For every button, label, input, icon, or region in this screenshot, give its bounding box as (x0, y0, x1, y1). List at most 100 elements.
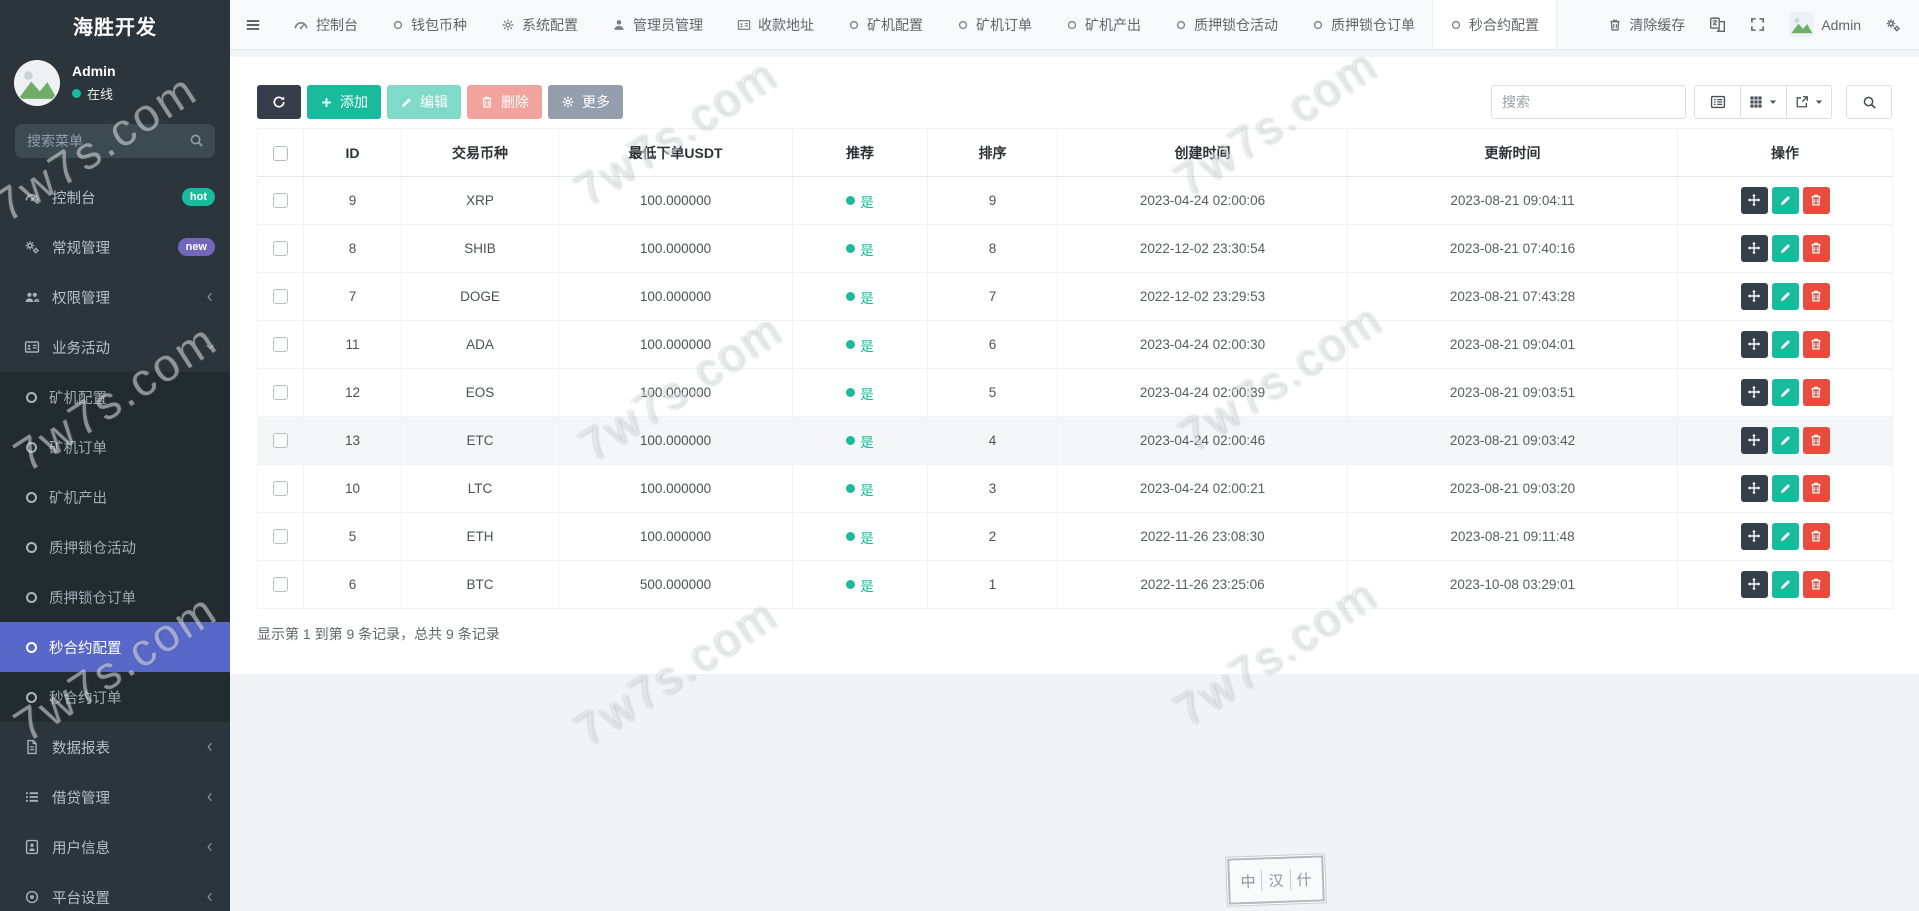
tab-系统配置[interactable]: 系统配置 (484, 0, 595, 49)
row-edit-button[interactable] (1772, 475, 1799, 502)
table-row-ETC[interactable]: 13ETC100.000000是42023-04-24 02:00:462023… (258, 417, 1893, 465)
sidebar-subitem-质押锁仓活动[interactable]: 质押锁仓活动 (0, 522, 230, 572)
sidebar-item-常规管理[interactable]: 常规管理new (0, 222, 230, 272)
more-button[interactable]: 更多 (548, 85, 623, 119)
detail-view-button[interactable] (1694, 85, 1740, 119)
tab-矿机订单[interactable]: 矿机订单 (940, 0, 1049, 49)
drag-sort-button[interactable] (1741, 571, 1768, 598)
sidebar-item-平台设置[interactable]: 平台设置 (0, 872, 230, 911)
row-edit-button[interactable] (1772, 427, 1799, 454)
select-all-checkbox[interactable] (273, 146, 288, 161)
drag-sort-button[interactable] (1741, 187, 1768, 214)
table-row-SHIB[interactable]: 8SHIB100.000000是82022-12-02 23:30:542023… (258, 225, 1893, 273)
fullscreen-icon[interactable] (1750, 17, 1765, 32)
sidebar-subitem-秒合约配置[interactable]: 秒合约配置 (0, 622, 230, 672)
photo-icon (1789, 12, 1814, 37)
sidebar-subitem-矿机产出[interactable]: 矿机产出 (0, 472, 230, 522)
table-row-LTC[interactable]: 10LTC100.000000是32023-04-24 02:00:212023… (258, 465, 1893, 513)
tab-收款地址[interactable]: 收款地址 (720, 0, 831, 49)
table-row-EOS[interactable]: 12EOS100.000000是52023-04-24 02:00:392023… (258, 369, 1893, 417)
recommend-badge: 是 (846, 431, 874, 451)
pencil-icon (1779, 482, 1792, 495)
row-checkbox[interactable] (273, 481, 288, 496)
refresh-button[interactable] (257, 85, 301, 119)
add-button[interactable]: 添加 (307, 85, 381, 119)
row-edit-button[interactable] (1772, 571, 1799, 598)
row-edit-button[interactable] (1772, 187, 1799, 214)
tab-秒合约配置[interactable]: 秒合约配置 (1432, 0, 1557, 49)
tab-控制台[interactable]: 控制台 (276, 0, 375, 49)
sidebar-item-业务活动[interactable]: 业务活动 (0, 322, 230, 372)
user-menu[interactable]: Admin (1789, 12, 1861, 37)
sidebar-subitem-质押锁仓订单[interactable]: 质押锁仓订单 (0, 572, 230, 622)
sidebar-subitem-秒合约订单[interactable]: 秒合约订单 (0, 672, 230, 722)
sidebar-item-权限管理[interactable]: 权限管理 (0, 272, 230, 322)
circle-icon (392, 19, 404, 31)
sidebar-item-数据报表[interactable]: 数据报表 (0, 722, 230, 772)
tab-质押锁仓订单[interactable]: 质押锁仓订单 (1295, 0, 1432, 49)
row-delete-button[interactable] (1803, 571, 1830, 598)
row-checkbox[interactable] (273, 337, 288, 352)
drag-sort-button[interactable] (1741, 427, 1768, 454)
sidebar-item-借贷管理[interactable]: 借贷管理 (0, 772, 230, 822)
drag-sort-button[interactable] (1741, 379, 1768, 406)
row-delete-button[interactable] (1803, 235, 1830, 262)
clear-cache-button[interactable]: 清除缓存 (1608, 15, 1685, 35)
grid-icon (1749, 95, 1763, 109)
table-row-ETH[interactable]: 5ETH100.000000是22022-11-26 23:08:302023-… (258, 513, 1893, 561)
drag-sort-button[interactable] (1741, 523, 1768, 550)
search-submit-button[interactable] (1846, 85, 1892, 119)
edit-button[interactable]: 编辑 (387, 85, 461, 119)
tab-钱包币种[interactable]: 钱包币种 (375, 0, 484, 49)
row-checkbox[interactable] (273, 433, 288, 448)
row-edit-button[interactable] (1772, 523, 1799, 550)
tab-管理员管理[interactable]: 管理员管理 (595, 0, 720, 49)
sidebar-subitem-矿机配置[interactable]: 矿机配置 (0, 372, 230, 422)
row-edit-button[interactable] (1772, 331, 1799, 358)
sidebar-subitem-矿机订单[interactable]: 矿机订单 (0, 422, 230, 472)
drag-sort-button[interactable] (1741, 475, 1768, 502)
green-dot-icon (846, 340, 855, 349)
language-icon[interactable] (1709, 16, 1726, 33)
settings-gears-icon[interactable] (1885, 17, 1901, 33)
row-checkbox[interactable] (273, 577, 288, 592)
row-delete-button[interactable] (1803, 379, 1830, 406)
table-row-BTC[interactable]: 6BTC500.000000是12022-11-26 23:25:062023-… (258, 561, 1893, 609)
row-delete-button[interactable] (1803, 283, 1830, 310)
sidebar-item-控制台[interactable]: 控制台hot (0, 172, 230, 222)
row-delete-button[interactable] (1803, 523, 1830, 550)
tab-质押锁仓活动[interactable]: 质押锁仓活动 (1158, 0, 1295, 49)
columns-button[interactable] (1740, 85, 1786, 119)
cell-updated: 2023-08-21 07:43:28 (1348, 273, 1678, 321)
row-checkbox[interactable] (273, 529, 288, 544)
row-delete-button[interactable] (1803, 475, 1830, 502)
sidebar-search-input[interactable] (15, 124, 215, 158)
table-search-input[interactable] (1491, 85, 1686, 119)
table-row-DOGE[interactable]: 7DOGE100.000000是72022-12-02 23:29:532023… (258, 273, 1893, 321)
row-edit-button[interactable] (1772, 235, 1799, 262)
row-checkbox[interactable] (273, 289, 288, 304)
row-checkbox[interactable] (273, 241, 288, 256)
tab-矿机产出[interactable]: 矿机产出 (1049, 0, 1158, 49)
table-row-XRP[interactable]: 9XRP100.000000是92023-04-24 02:00:062023-… (258, 177, 1893, 225)
sidebar-item-用户信息[interactable]: 用户信息 (0, 822, 230, 872)
row-delete-button[interactable] (1803, 187, 1830, 214)
row-delete-button[interactable] (1803, 331, 1830, 358)
row-checkbox[interactable] (273, 193, 288, 208)
row-delete-button[interactable] (1803, 427, 1830, 454)
cell-min-usdt: 100.000000 (559, 513, 793, 561)
pencil-icon (1779, 194, 1792, 207)
table-row-ADA[interactable]: 11ADA100.000000是62023-04-24 02:00:302023… (258, 321, 1893, 369)
hamburger-menu-icon[interactable] (230, 0, 276, 49)
row-edit-button[interactable] (1772, 379, 1799, 406)
row-edit-button[interactable] (1772, 283, 1799, 310)
move-icon (1747, 529, 1761, 543)
cell-updated: 2023-08-21 09:11:48 (1348, 513, 1678, 561)
drag-sort-button[interactable] (1741, 235, 1768, 262)
tab-矿机配置[interactable]: 矿机配置 (831, 0, 940, 49)
export-button[interactable] (1786, 85, 1832, 119)
row-checkbox[interactable] (273, 385, 288, 400)
delete-button[interactable]: 删除 (467, 85, 542, 119)
drag-sort-button[interactable] (1741, 283, 1768, 310)
drag-sort-button[interactable] (1741, 331, 1768, 358)
